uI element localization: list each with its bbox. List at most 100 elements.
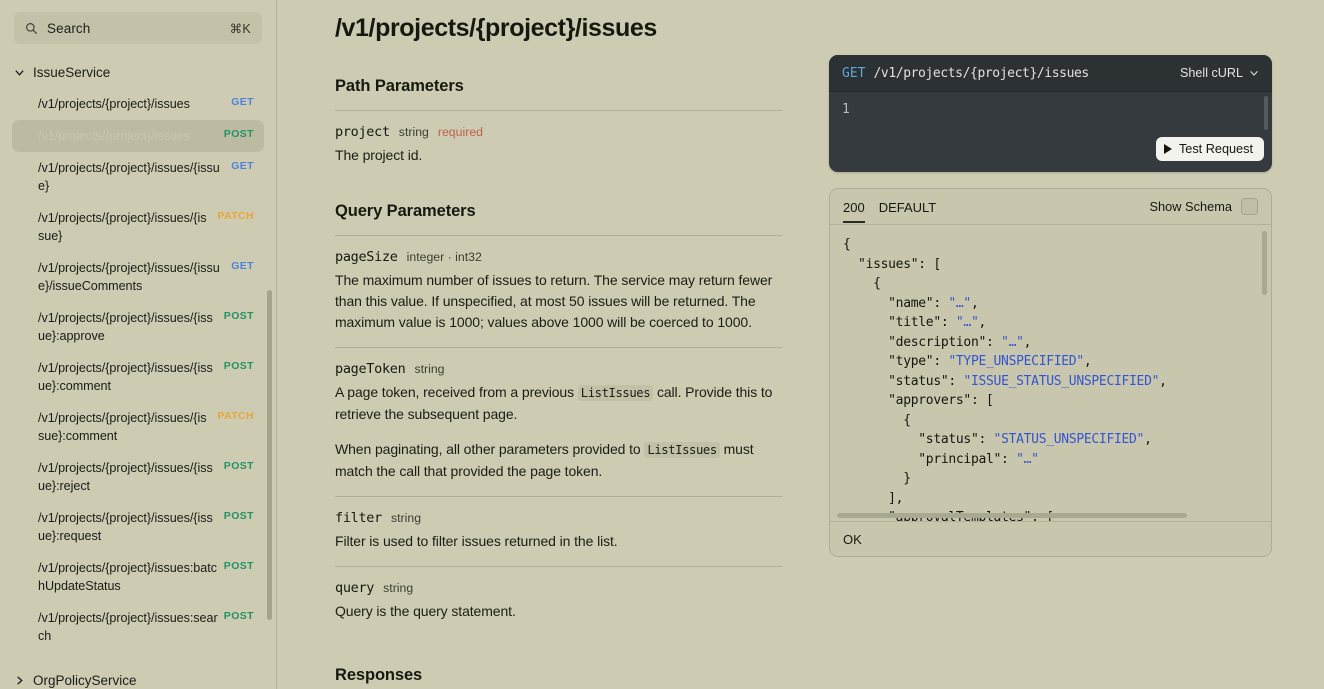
param-name: project — [335, 124, 390, 140]
endpoint-method-badge: PATCH — [217, 409, 254, 422]
param-pageSize: pageSize integer · int32 The maximum num… — [335, 236, 782, 347]
api-docs-app: Search ⌘K IssueService/v1/projects/{proj… — [0, 0, 1324, 689]
json-token: , — [1159, 374, 1167, 389]
endpoint-method-badge: GET — [231, 159, 254, 172]
sidebar-group-label: IssueService — [33, 65, 110, 80]
endpoint-path: /v1/projects/{project}/issues/{issue}:re… — [38, 509, 218, 545]
json-string-value: "TYPE_UNSPECIFIED" — [948, 354, 1083, 369]
endpoint-method-badge: POST — [224, 127, 254, 140]
sidebar-group-orgpolicyservice[interactable]: OrgPolicyService — [8, 666, 268, 689]
json-token: { — [843, 276, 881, 291]
endpoint-method-badge: POST — [224, 359, 254, 372]
chevron-down-icon — [1249, 68, 1259, 78]
desc-text: A page token, received from a previous — [335, 384, 578, 400]
tab-response-200[interactable]: 200 — [843, 191, 865, 223]
endpoint-method-badge: POST — [224, 559, 254, 572]
sidebar-group-list: IssueService/v1/projects/{project}/issue… — [8, 58, 268, 689]
search-shortcut: ⌘K — [230, 21, 251, 36]
param-type: string — [383, 581, 413, 595]
request-code-body[interactable]: 1 — [829, 92, 1272, 132]
test-request-button[interactable]: Test Request — [1156, 137, 1264, 161]
sidebar-endpoint-patch-3[interactable]: /v1/projects/{project}/issues/{issue}PAT… — [12, 202, 264, 252]
param-type: string — [414, 362, 444, 376]
sidebar-endpoint-get-2[interactable]: /v1/projects/{project}/issues/{issue}GET — [12, 152, 264, 202]
json-token: "issues": [ — [843, 257, 941, 272]
json-string-value: "…" — [1016, 452, 1039, 467]
section-title-responses: Responses — [335, 666, 829, 685]
desc-text: When paginating, all other parameters pr… — [335, 441, 644, 457]
sidebar-endpoint-post-5[interactable]: /v1/projects/{project}/issues/{issue}:ap… — [12, 302, 264, 352]
param-type: string — [391, 511, 421, 525]
code-listissues: ListIssues — [644, 442, 719, 458]
json-string-value: "…" — [1001, 335, 1024, 350]
sidebar: Search ⌘K IssueService/v1/projects/{proj… — [0, 0, 277, 689]
sidebar-scrollbar[interactable] — [267, 290, 272, 620]
json-string-value: "…" — [948, 296, 971, 311]
param-type: string — [399, 125, 429, 139]
sidebar-group-issueservice[interactable]: IssueService — [8, 58, 268, 86]
sidebar-endpoint-post-1[interactable]: /v1/projects/{project}/issues POST — [12, 120, 264, 152]
json-token: { — [843, 237, 851, 252]
sidebar-endpoint-post-10[interactable]: /v1/projects/{project}/issues:batchUpdat… — [12, 552, 264, 602]
param-header: filter string — [335, 510, 782, 526]
response-status-footer: OK — [830, 521, 1271, 556]
json-token: { — [843, 413, 911, 428]
param-description-2: When paginating, all other parameters pr… — [335, 439, 782, 482]
endpoint-method-badge: GET — [231, 259, 254, 272]
request-card-footer: Test Request — [829, 132, 1272, 172]
show-schema-label[interactable]: Show Schema — [1149, 199, 1232, 214]
param-name: pageSize — [335, 249, 398, 265]
sidebar-endpoint-post-9[interactable]: /v1/projects/{project}/issues/{issue}:re… — [12, 502, 264, 552]
json-token: "type": — [843, 354, 948, 369]
json-token: , — [1084, 354, 1092, 369]
param-type: integer · int32 — [407, 250, 482, 264]
param-header: project string required — [335, 124, 782, 140]
search-placeholder: Search — [47, 21, 230, 36]
section-title-query-parameters: Query Parameters — [335, 202, 829, 221]
json-token: "name": — [843, 296, 948, 311]
sidebar-endpoint-get-0[interactable]: /v1/projects/{project}/issuesGET — [12, 88, 264, 120]
endpoint-method-badge: POST — [224, 459, 254, 472]
sidebar-endpoint-get-4[interactable]: /v1/projects/{project}/issues/{issue}/is… — [12, 252, 264, 302]
search-input[interactable]: Search ⌘K — [14, 12, 262, 44]
param-description: Query is the query statement. — [335, 601, 782, 622]
endpoint-path: /v1/projects/{project}/issues — [38, 95, 225, 113]
json-token: , — [1024, 335, 1032, 350]
json-string-value: "…" — [956, 315, 979, 330]
response-vertical-scrollbar[interactable] — [1262, 231, 1267, 295]
play-icon — [1164, 144, 1172, 154]
request-card-header: GET /v1/projects/{project}/issues Shell … — [829, 55, 1272, 92]
json-token: ], — [843, 491, 903, 506]
param-description-1: A page token, received from a previous L… — [335, 382, 782, 425]
response-card: 200 DEFAULT Show Schema { "issues": [ { … — [829, 188, 1272, 557]
request-code-scrollbar[interactable] — [1264, 96, 1268, 130]
param-name: query — [335, 580, 374, 596]
json-token: , — [979, 315, 987, 330]
sidebar-endpoint-post-6[interactable]: /v1/projects/{project}/issues/{issue}:co… — [12, 352, 264, 402]
sidebar-endpoint-post-11[interactable]: /v1/projects/{project}/issues:searchPOST — [12, 602, 264, 652]
language-selector[interactable]: Shell cURL — [1180, 66, 1259, 80]
param-project: project string required The project id. — [335, 111, 782, 180]
endpoint-method-badge: PATCH — [217, 209, 254, 222]
response-card-header: 200 DEFAULT Show Schema — [830, 189, 1271, 225]
sidebar-endpoint-patch-7[interactable]: /v1/projects/{project}/issues/{issue}:co… — [12, 402, 264, 452]
endpoint-method-badge: POST — [224, 509, 254, 522]
sidebar-endpoint-post-8[interactable]: /v1/projects/{project}/issues/{issue}:re… — [12, 452, 264, 502]
page-title: /v1/projects/{project}/issues — [335, 14, 829, 43]
response-horizontal-scrollbar[interactable] — [837, 513, 1187, 518]
endpoint-path: /v1/projects/{project}/issues/{issue}:re… — [38, 459, 218, 495]
sidebar-content: Search ⌘K IssueService/v1/projects/{proj… — [0, 12, 276, 689]
param-pageToken: pageToken string A page token, received … — [335, 348, 782, 496]
json-token: "principal": — [843, 452, 1016, 467]
show-schema-toggle[interactable] — [1241, 198, 1258, 215]
json-token: "approvers": [ — [843, 393, 994, 408]
chevron-right-icon — [14, 675, 25, 686]
endpoint-method-badge: POST — [224, 609, 254, 622]
json-token: , — [971, 296, 979, 311]
json-token: "status": — [843, 374, 963, 389]
param-filter: filter string Filter is used to filter i… — [335, 497, 782, 566]
tab-response-default[interactable]: DEFAULT — [879, 191, 937, 223]
endpoint-path: /v1/projects/{project}/issues — [38, 127, 218, 145]
code-listissues: ListIssues — [578, 385, 653, 401]
param-name: filter — [335, 510, 382, 526]
